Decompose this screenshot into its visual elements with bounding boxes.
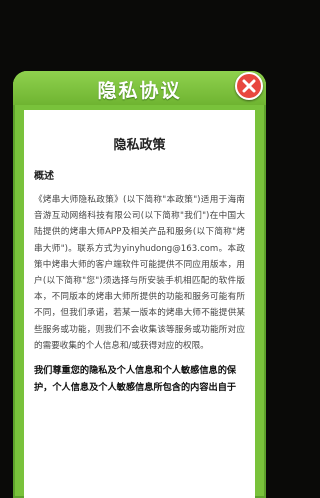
- section-heading-overview: 概述: [34, 171, 54, 182]
- document-heading: 隐私政策: [113, 138, 166, 153]
- policy-paragraph: 《烤串大师隐私政策》(以下简称"本政策")适用于海南音游互动网络科技有限公司(以…: [34, 195, 245, 351]
- policy-content-panel[interactable]: 隐私政策 概述 《烤串大师隐私政策》(以下简称"本政策")适用于海南音游互动网络…: [24, 110, 255, 498]
- policy-paragraph-bold: 我们尊重您的隐私及个人信息和个人敏感信息的保护，个人信息及个人敏感信息所包含的内…: [34, 365, 237, 394]
- dialog-header: 隐私协议: [13, 71, 266, 105]
- close-icon: [242, 79, 256, 93]
- close-button[interactable]: [235, 72, 263, 100]
- dialog-title: 隐私协议: [97, 80, 182, 102]
